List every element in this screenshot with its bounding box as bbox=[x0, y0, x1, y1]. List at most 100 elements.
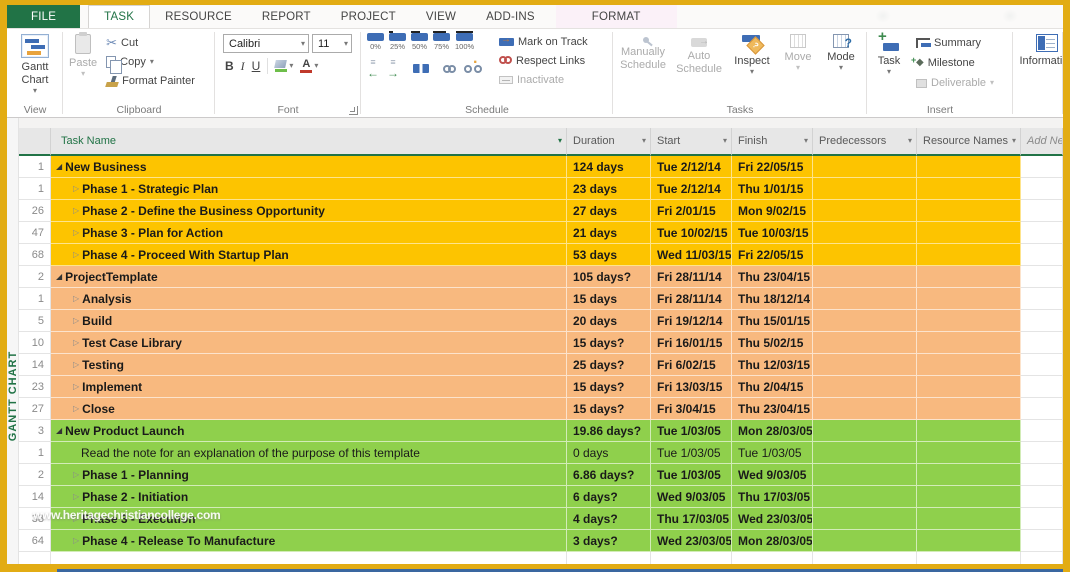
filter-arrow-icon[interactable]: ▾ bbox=[1012, 135, 1016, 147]
filter-arrow-icon[interactable]: ▾ bbox=[804, 135, 808, 147]
font-color-button[interactable]: A ▾ bbox=[300, 59, 318, 73]
finish-cell[interactable]: Fri 22/05/15 bbox=[732, 244, 813, 266]
insert-summary-button[interactable]: Summary bbox=[913, 35, 997, 51]
auto-schedule-button[interactable]: Auto Schedule bbox=[671, 32, 727, 102]
inspect-button[interactable]: Inspect ▾ bbox=[727, 32, 777, 102]
finish-cell[interactable]: Thu 23/04/15 bbox=[732, 398, 813, 420]
duration-cell[interactable]: 15 days bbox=[567, 288, 651, 310]
task-name-cell[interactable]: ▷ Build bbox=[51, 310, 567, 332]
row-id-cell[interactable]: 26 bbox=[19, 200, 51, 222]
add-new-column-cell[interactable] bbox=[1021, 200, 1063, 222]
start-cell[interactable]: Tue 1/03/05 bbox=[651, 464, 732, 486]
expand-icon[interactable]: ▷ bbox=[73, 316, 79, 325]
task-name-cell[interactable]: ▷ Phase 1 - Planning bbox=[51, 464, 567, 486]
unlink-tasks-button[interactable] bbox=[464, 54, 482, 78]
task-name-cell[interactable]: ▷ Implement bbox=[51, 376, 567, 398]
predecessors-cell[interactable] bbox=[813, 398, 917, 420]
task-name-cell[interactable]: ▷ Analysis bbox=[51, 288, 567, 310]
row-id-cell[interactable]: 2 bbox=[19, 266, 51, 288]
add-new-column-cell[interactable] bbox=[1021, 156, 1063, 178]
predecessors-cell[interactable] bbox=[813, 420, 917, 442]
start-cell[interactable]: Wed 11/03/15 bbox=[651, 244, 732, 266]
resource-names-cell[interactable] bbox=[917, 508, 1021, 530]
duration-cell[interactable]: 6 days? bbox=[567, 486, 651, 508]
add-new-column-cell[interactable] bbox=[1021, 552, 1063, 564]
filter-arrow-icon[interactable]: ▾ bbox=[723, 135, 727, 147]
tab-resource[interactable]: RESOURCE bbox=[150, 5, 247, 28]
start-cell[interactable]: Wed 23/03/05 bbox=[651, 530, 732, 552]
duration-cell[interactable]: 19.86 days? bbox=[567, 420, 651, 442]
predecessors-cell[interactable] bbox=[813, 178, 917, 200]
underline-button[interactable]: U bbox=[252, 59, 261, 73]
add-new-column-cell[interactable] bbox=[1021, 310, 1063, 332]
duration-cell[interactable]: 0 days bbox=[567, 442, 651, 464]
background-color-button[interactable]: ▾ bbox=[274, 60, 293, 72]
resource-names-cell[interactable] bbox=[917, 310, 1021, 332]
finish-cell[interactable]: Thu 5/02/15 bbox=[732, 332, 813, 354]
task-name-cell[interactable]: Read the note for an explanation of the … bbox=[51, 442, 567, 464]
insert-deliverable-button[interactable]: Deliverable ▾ bbox=[913, 75, 997, 91]
expand-icon[interactable]: ▷ bbox=[73, 382, 79, 391]
add-new-column-cell[interactable] bbox=[1021, 508, 1063, 530]
row-id-cell[interactable]: 10 bbox=[19, 332, 51, 354]
mark-on-track-button[interactable]: Mark on Track bbox=[496, 34, 591, 50]
duration-cell[interactable]: 15 days? bbox=[567, 376, 651, 398]
paste-button[interactable]: Paste ▾ bbox=[65, 32, 101, 102]
indent-task-button[interactable]: ≡ → bbox=[387, 58, 399, 80]
move-button[interactable]: Move ▾ bbox=[777, 32, 819, 102]
finish-cell[interactable] bbox=[732, 552, 813, 564]
resource-names-cell[interactable] bbox=[917, 354, 1021, 376]
predecessors-cell[interactable] bbox=[813, 200, 917, 222]
add-new-column-header[interactable]: Add New Column bbox=[1021, 128, 1063, 156]
collapse-icon[interactable]: ◢ bbox=[56, 272, 62, 281]
row-id-cell[interactable]: 14 bbox=[19, 486, 51, 508]
tab-report[interactable]: REPORT bbox=[247, 5, 326, 28]
duration-cell[interactable]: 15 days? bbox=[567, 398, 651, 420]
predecessors-cell[interactable] bbox=[813, 222, 917, 244]
row-id-cell[interactable]: 23 bbox=[19, 376, 51, 398]
expand-icon[interactable]: ▷ bbox=[73, 294, 79, 303]
predecessors-cell[interactable] bbox=[813, 464, 917, 486]
finish-cell[interactable]: Mon 28/03/05 bbox=[732, 530, 813, 552]
tab-format[interactable]: FORMAT bbox=[555, 5, 677, 28]
expand-icon[interactable]: ▷ bbox=[73, 206, 79, 215]
bold-button[interactable]: B bbox=[225, 59, 234, 73]
resource-names-cell[interactable] bbox=[917, 266, 1021, 288]
mode-button[interactable]: Mode ▾ bbox=[819, 32, 863, 102]
finish-cell[interactable]: Wed 23/03/05 bbox=[732, 508, 813, 530]
add-new-column-cell[interactable] bbox=[1021, 420, 1063, 442]
add-new-column-cell[interactable] bbox=[1021, 222, 1063, 244]
resource-names-cell[interactable] bbox=[917, 420, 1021, 442]
duration-cell[interactable]: 105 days? bbox=[567, 266, 651, 288]
expand-icon[interactable]: ▷ bbox=[73, 492, 79, 501]
start-cell[interactable]: Tue 1/03/05 bbox=[651, 420, 732, 442]
predecessors-cell[interactable] bbox=[813, 244, 917, 266]
percent-100-button[interactable]: 100% bbox=[455, 31, 474, 51]
duration-cell[interactable]: 23 days bbox=[567, 178, 651, 200]
start-cell[interactable]: Tue 2/12/14 bbox=[651, 178, 732, 200]
percent-75-button[interactable]: 75% bbox=[433, 31, 450, 51]
start-cell[interactable]: Wed 9/03/05 bbox=[651, 486, 732, 508]
duration-cell[interactable]: 21 days bbox=[567, 222, 651, 244]
respect-links-button[interactable]: Respect Links bbox=[496, 53, 591, 69]
row-id-cell[interactable]: 1 bbox=[19, 178, 51, 200]
filter-arrow-icon[interactable]: ▾ bbox=[558, 135, 562, 147]
resource-names-cell[interactable] bbox=[917, 486, 1021, 508]
filter-arrow-icon[interactable]: ▾ bbox=[908, 135, 912, 147]
finish-cell[interactable]: Thu 1/01/15 bbox=[732, 178, 813, 200]
start-cell[interactable]: Tue 2/12/14 bbox=[651, 156, 732, 178]
start-cell[interactable]: Fri 19/12/14 bbox=[651, 310, 732, 332]
inactivate-button[interactable]: Inactivate bbox=[496, 72, 591, 88]
finish-cell[interactable]: Mon 9/02/15 bbox=[732, 200, 813, 222]
start-cell[interactable]: Thu 17/03/05 bbox=[651, 508, 732, 530]
row-id-cell[interactable]: 47 bbox=[19, 222, 51, 244]
tab-file[interactable]: FILE bbox=[7, 5, 81, 28]
predecessors-cell[interactable] bbox=[813, 376, 917, 398]
finish-cell[interactable]: Thu 23/04/15 bbox=[732, 266, 813, 288]
row-id-cell[interactable]: 5 bbox=[19, 310, 51, 332]
predecessors-cell[interactable] bbox=[813, 486, 917, 508]
task-name-cell[interactable]: ◢ New Business bbox=[51, 156, 567, 178]
link-tasks-button[interactable] bbox=[443, 60, 456, 78]
predecessors-cell[interactable] bbox=[813, 288, 917, 310]
predecessors-cell[interactable] bbox=[813, 332, 917, 354]
